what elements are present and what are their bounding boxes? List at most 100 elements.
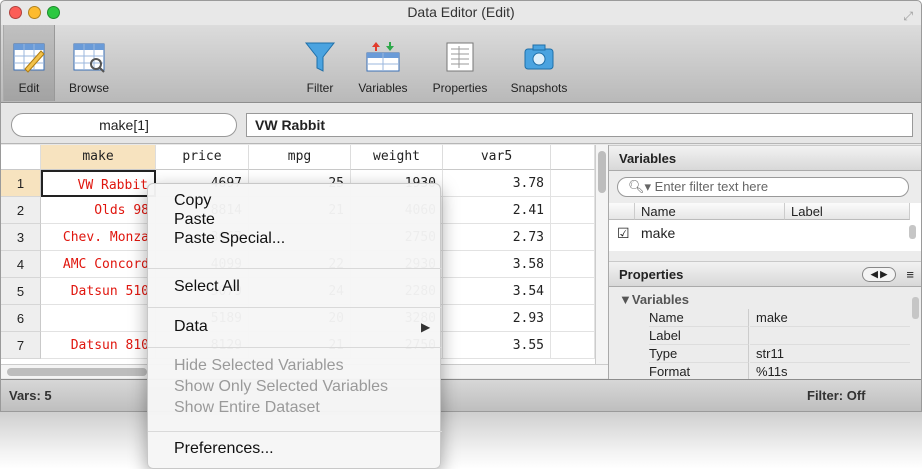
filter-status: Filter: Off [807, 388, 866, 403]
properties-section-variables[interactable]: ▼Variables [609, 291, 911, 309]
window-shadow [0, 412, 922, 469]
context-menu: Copy Paste Paste Special... Select All D… [147, 183, 442, 469]
edit-grid-icon [13, 43, 45, 73]
variables-filter-input[interactable]: 🔍︎▾ Enter filter text here [617, 177, 909, 197]
variables-panel-header: Variables [609, 145, 921, 171]
menu-item-hide-selected: Hide Selected Variables [174, 357, 344, 374]
column-header-price[interactable]: price [156, 145, 249, 170]
menu-item-show-only-selected: Show Only Selected Variables [174, 378, 389, 395]
title-bar[interactable]: Data Editor (Edit) ⤢ [1, 1, 921, 25]
edit-mode-button[interactable]: Edit [3, 25, 55, 101]
cell-var5[interactable]: 2.41 [443, 197, 551, 224]
cell-bar: make[1] VW Rabbit [1, 104, 921, 144]
filter-button[interactable]: Filter [297, 25, 343, 101]
cell-var5[interactable]: 3.54 [443, 278, 551, 305]
property-key: Type [649, 345, 749, 363]
menu-item-data[interactable]: Data [174, 318, 208, 336]
cell-var5[interactable]: 3.55 [443, 332, 551, 359]
cell-var5[interactable]: 3.78 [443, 170, 551, 197]
minimize-window-button[interactable] [28, 6, 41, 19]
cell-empty[interactable] [551, 197, 595, 224]
column-header-weight[interactable]: weight [351, 145, 443, 170]
check-column-header [609, 203, 635, 220]
grid-vertical-scrollbar[interactable] [595, 145, 608, 364]
menu-item-preferences[interactable]: Preferences... [174, 440, 274, 458]
menu-item-select-all[interactable]: Select All [174, 278, 240, 296]
properties-section-label: Variables [631, 292, 689, 307]
property-value[interactable]: %11s [750, 363, 910, 379]
menu-item-paste[interactable]: Paste [174, 211, 215, 229]
zoom-window-button[interactable] [47, 6, 60, 19]
grid-corner[interactable] [1, 145, 41, 170]
close-window-button[interactable] [9, 6, 22, 19]
variable-checkbox[interactable]: ☑ [617, 221, 630, 245]
cell-make[interactable]: VW Rabbit [41, 170, 156, 197]
camera-icon [524, 44, 554, 70]
browse-grid-icon [73, 43, 105, 73]
cell-var5[interactable]: 2.73 [443, 224, 551, 251]
menu-icon[interactable]: ≡ [906, 262, 914, 288]
property-value[interactable]: str11 [750, 345, 910, 363]
column-header-make[interactable]: make [41, 145, 156, 170]
menu-item-show-entire-dataset: Show Entire Dataset [174, 399, 320, 416]
cell-empty[interactable] [551, 170, 595, 197]
cell-name-field[interactable]: make[1] [11, 113, 237, 137]
property-value[interactable]: make [750, 309, 910, 327]
row-header[interactable]: 7 [1, 332, 41, 359]
side-panel: Variables 🔍︎▾ Enter filter text here Nam… [608, 145, 921, 379]
cell-value-field[interactable]: VW Rabbit [246, 113, 913, 137]
edit-label: Edit [18, 81, 40, 95]
property-row[interactable]: Name make [609, 309, 911, 327]
cell-make[interactable] [41, 305, 156, 332]
cell-make[interactable]: Olds 98 [41, 197, 156, 224]
cell-empty[interactable] [551, 224, 595, 251]
column-header-mpg[interactable]: mpg [249, 145, 351, 170]
property-row[interactable]: Type str11 [609, 345, 911, 363]
properties-table: ▼Variables Name make Label Type str11 Form… [609, 291, 921, 379]
browse-label: Browse [68, 81, 109, 95]
properties-scroll-thumb[interactable] [912, 297, 919, 319]
menu-item-paste-special[interactable]: Paste Special... [174, 230, 285, 248]
property-row[interactable]: Format %11s [609, 363, 911, 379]
scroll-thumb[interactable] [7, 368, 147, 376]
variables-label: Variables [358, 81, 408, 95]
row-header[interactable]: 1 [1, 170, 41, 197]
row-header[interactable]: 5 [1, 278, 41, 305]
variables-button[interactable]: Variables [347, 25, 419, 101]
menu-item-copy[interactable]: Copy [174, 192, 211, 210]
name-column-header[interactable]: Name [635, 203, 785, 220]
cell-var5[interactable]: 2.93 [443, 305, 551, 332]
snapshots-button[interactable]: Snapshots [501, 25, 577, 101]
column-header-var5[interactable]: var5 [443, 145, 551, 170]
variables-panel-title: Variables [619, 151, 677, 166]
property-value[interactable] [750, 327, 910, 345]
cell-make[interactable]: Chev. Monza [41, 224, 156, 251]
cell-make[interactable]: AMC Concord [41, 251, 156, 278]
cell-empty[interactable] [551, 278, 595, 305]
cell-make[interactable]: Datsun 510 [41, 278, 156, 305]
row-header[interactable]: 2 [1, 197, 41, 224]
browse-mode-button[interactable]: Browse [59, 25, 119, 101]
submenu-arrow-icon: ▶ [421, 320, 431, 334]
menu-separator [148, 431, 442, 432]
cell-make[interactable]: Datsun 810 [41, 332, 156, 359]
fullscreen-icon[interactable]: ⤢ [903, 5, 913, 27]
scroll-thumb[interactable] [598, 151, 606, 193]
variable-name-make[interactable]: make [641, 221, 675, 245]
properties-button[interactable]: Properties [423, 25, 497, 101]
cell-empty[interactable] [551, 332, 595, 359]
properties-panel-title: Properties [619, 267, 684, 282]
row-header[interactable]: 4 [1, 251, 41, 278]
row-header[interactable]: 6 [1, 305, 41, 332]
properties-label: Properties [432, 81, 488, 95]
prev-next-arrows[interactable]: ◀ ▶ [862, 267, 896, 282]
label-column-header[interactable]: Label [785, 203, 910, 220]
row-header[interactable]: 3 [1, 224, 41, 251]
property-key: Label [649, 327, 749, 345]
cell-empty[interactable] [551, 251, 595, 278]
variables-scroll-thumb[interactable] [909, 225, 916, 239]
property-row[interactable]: Label [609, 327, 911, 345]
variables-table: Name Label ☑ make [609, 203, 921, 251]
cell-empty[interactable] [551, 305, 595, 332]
cell-var5[interactable]: 3.58 [443, 251, 551, 278]
